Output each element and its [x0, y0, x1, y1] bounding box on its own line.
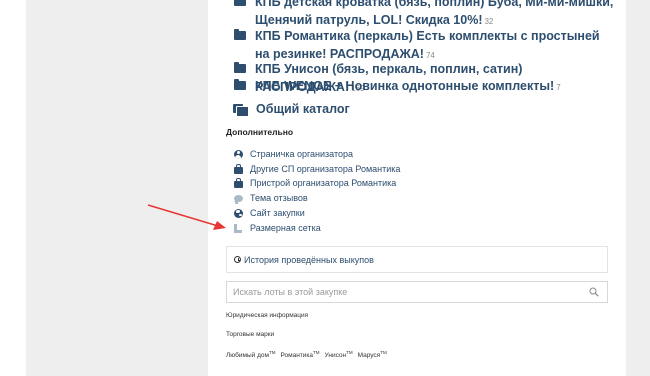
purchase-site-label: Сайт закупки [250, 208, 305, 218]
ruler-icon [233, 223, 243, 233]
globe-icon [233, 208, 243, 218]
trademarks-link[interactable]: Торговые марки [226, 331, 274, 338]
reviews-topic-label: Тема отзывов [250, 193, 308, 203]
size-chart-link[interactable]: Размерная сетка [233, 222, 321, 234]
other-sp-label: Другие СП организатора Романтика [250, 164, 401, 174]
lot-search-box [226, 281, 608, 303]
history-clock-icon [234, 256, 241, 263]
organizer-page-label: Страничка организатора [250, 149, 354, 159]
reviews-topic-link[interactable]: Тема отзывов [233, 192, 308, 204]
folders-icon [233, 103, 249, 117]
folder-icon [234, 29, 246, 40]
brand-item[interactable]: РомантикаTM [280, 350, 319, 359]
folder-icon [234, 0, 246, 6]
history-link[interactable]: История проведённых выкупов [226, 246, 608, 273]
general-catalog-label: Общий каталог [256, 102, 350, 116]
main-content: КПБ детская кроватка (бязь, поплин) Буба… [226, 0, 615, 376]
category-count: 7 [556, 83, 561, 92]
chat-bubble-icon [233, 193, 243, 203]
bag-icon [233, 164, 243, 174]
right-gutter [626, 0, 650, 376]
attach-link[interactable]: Пристрой организатора Романтика [233, 177, 396, 189]
left-background [0, 0, 26, 376]
bag-icon [233, 178, 243, 188]
annotation-arrow-icon [147, 204, 226, 230]
brand-item[interactable]: УнисонTM [325, 350, 353, 359]
history-label: История проведённых выкупов [244, 254, 374, 265]
brand-item[interactable]: Любимый домTM [226, 350, 275, 359]
brand-list: Любимый домTM РомантикаTM УнисонTM Марус… [226, 350, 387, 359]
attach-label: Пристрой организатора Романтика [250, 178, 397, 188]
category-count: 74 [425, 51, 435, 60]
category-link[interactable]: КПБ WENGE + Новинка однотонные комплекты… [255, 77, 615, 97]
purchase-site-link[interactable]: Сайт закупки [233, 207, 305, 219]
left-sidebar-background [26, 0, 208, 376]
legal-info-link[interactable]: Юридическая информация [226, 312, 308, 319]
organizer-page-link[interactable]: Страничка организатора [233, 148, 353, 160]
folder-icon [234, 79, 246, 90]
extra-heading: Дополнительно [226, 127, 294, 137]
person-circle-icon [233, 149, 243, 159]
category-item[interactable]: КПБ WENGE + Новинка однотонные комплекты… [234, 77, 615, 97]
folder-icon [234, 62, 246, 73]
other-sp-link[interactable]: Другие СП организатора Романтика [233, 163, 400, 175]
general-catalog-link[interactable]: Общий каталог [233, 102, 350, 117]
category-count: 32 [484, 17, 494, 26]
size-chart-label: Размерная сетка [250, 223, 321, 233]
lot-search-input[interactable] [227, 282, 577, 302]
brand-item[interactable]: МарусяTM [358, 350, 387, 359]
search-icon[interactable] [589, 287, 599, 297]
